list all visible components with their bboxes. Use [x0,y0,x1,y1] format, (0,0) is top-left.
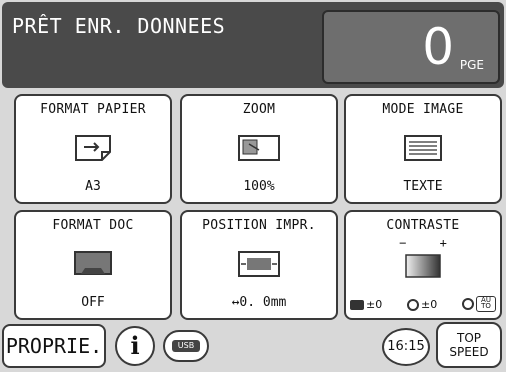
usb-button[interactable]: USB [163,330,209,362]
status-header: PRÊT ENR. DONNEES 0 PGE [2,2,504,88]
info-icon[interactable]: i [115,326,155,366]
format-papier-value: A3 [85,179,101,194]
speed-line1: TOP [456,331,481,345]
auto-setting: AU TO [462,296,496,312]
format-papier-button[interactable]: FORMAT PAPIER A3 [14,94,172,204]
page-counter[interactable]: 0 PGE [322,10,500,84]
document-format-icon [74,251,112,275]
density-setting: ±0 [350,298,382,311]
contrast-gradient-icon [405,254,441,278]
contraste-label: CONTRASTE [386,218,460,233]
contrast-minus: − [399,236,407,250]
counter-unit: PGE [459,58,484,72]
mode-image-label: MODE IMAGE [382,102,464,117]
position-impr-label: POSITION IMPR. [202,218,316,233]
format-doc-value: OFF [81,295,105,310]
mode-image-value: TEXTE [403,179,443,194]
mode-image-button[interactable]: MODE IMAGE TEXTE [344,94,502,204]
position-impr-button[interactable]: POSITION IMPR. ↔0. 0mm [180,210,338,320]
paper-feed-icon [75,135,111,161]
zoom-icon [238,135,280,161]
proprie-button[interactable]: PROPRIE. [2,324,106,368]
status-message: PRÊT ENR. DONNEES [12,14,226,38]
top-speed-button[interactable]: TOP SPEED [436,322,502,368]
auto-badge: AU TO [476,296,496,312]
text-mode-icon [404,135,442,161]
toner-setting: ±0 [407,298,437,311]
format-doc-label: FORMAT DOC [52,218,134,233]
density-icon [350,299,364,310]
contrast-plus: + [439,236,447,250]
format-papier-label: FORMAT PAPIER [40,102,146,117]
auto-contrast-icon [462,298,474,310]
usb-icon: USB [172,340,200,352]
print-position-icon [238,251,280,277]
toner-icon [407,298,419,311]
clock-display[interactable]: 16:15 [382,328,430,366]
speed-line2: SPEED [449,345,489,359]
position-impr-value: ↔0. 0mm [231,295,287,310]
contrast-settings-row: ±0 ±0 AU TO [350,296,496,312]
zoom-label: ZOOM [242,102,276,117]
contraste-button[interactable]: CONTRASTE − + ±0 ±0 AU TO [344,210,502,320]
counter-value: 0 [422,18,454,76]
format-doc-button[interactable]: FORMAT DOC OFF [14,210,172,320]
zoom-button[interactable]: ZOOM 100% [180,94,338,204]
printer-panel: PRÊT ENR. DONNEES 0 PGE FORMAT PAPIER A3… [0,0,506,372]
zoom-value: 100% [243,179,275,194]
